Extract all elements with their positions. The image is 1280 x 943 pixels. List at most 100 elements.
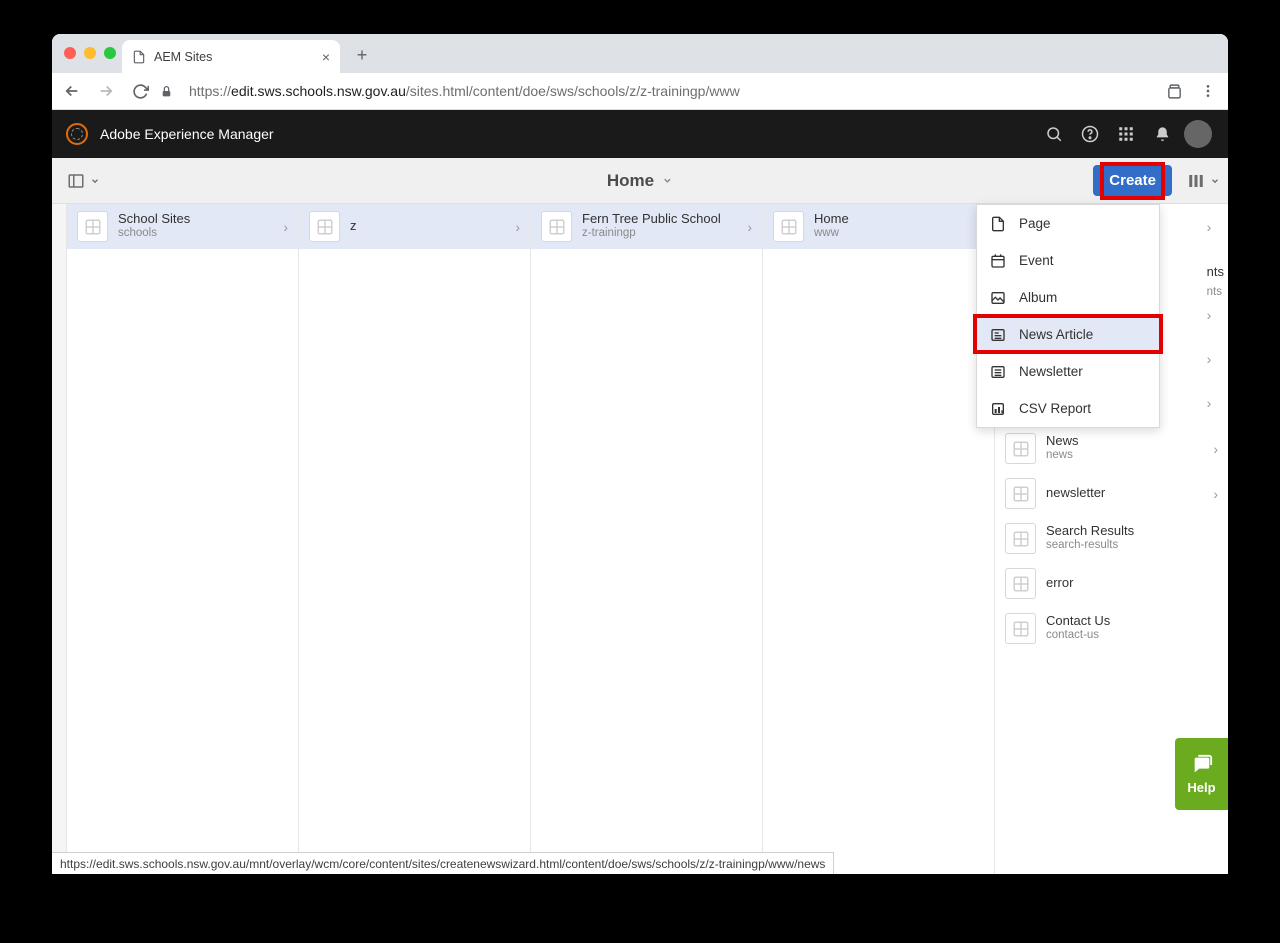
menu-label: Event — [1019, 253, 1054, 268]
column-item[interactable]: error — [995, 561, 1228, 606]
news-icon — [989, 326, 1007, 344]
reload-button[interactable] — [126, 77, 154, 105]
chevron-right-icon: › — [1213, 441, 1218, 457]
menu-label: Album — [1019, 290, 1057, 305]
image-icon — [989, 289, 1007, 307]
view-switcher[interactable] — [1186, 172, 1220, 190]
item-name: news — [1046, 449, 1079, 462]
page-thumb-icon — [77, 211, 108, 242]
item-title: Search Results — [1046, 524, 1134, 539]
browser-toolbar: https://edit.sws.schools.nsw.gov.au/site… — [52, 73, 1228, 110]
chevron-right-icon: › — [283, 219, 288, 235]
page-thumb-icon — [1005, 613, 1036, 644]
item-title: Fern Tree Public School — [582, 212, 721, 227]
page-thumb-icon — [309, 211, 340, 242]
calendar-icon — [989, 252, 1007, 270]
close-tab-icon[interactable]: × — [322, 49, 330, 65]
item-title: Home — [814, 212, 849, 227]
minimize-window-icon[interactable] — [84, 47, 96, 59]
column-item[interactable]: newsletter › — [995, 471, 1228, 516]
help-widget[interactable]: Help — [1175, 738, 1228, 810]
chevron-right-icon: › — [747, 219, 752, 235]
chevron-right-icon: › — [1207, 395, 1212, 411]
item-title: School Sites — [118, 212, 190, 227]
page-thumb-icon — [1005, 478, 1036, 509]
browser-window: AEM Sites × + https://edit.sws.schools.n… — [52, 34, 1228, 874]
column-item[interactable]: Search Resultssearch-results — [995, 516, 1228, 561]
column-item[interactable]: Contact Uscontact-us — [995, 606, 1228, 651]
url-prefix: https:// — [189, 83, 231, 99]
chevron-right-icon: › — [1213, 486, 1218, 502]
help-label: Help — [1187, 780, 1215, 795]
chevron-right-icon: › — [1207, 307, 1212, 323]
tab-title: AEM Sites — [154, 50, 212, 64]
item-name: contact-us — [1046, 629, 1110, 642]
browser-tab[interactable]: AEM Sites × — [122, 40, 340, 73]
page-thumb-icon — [541, 211, 572, 242]
url-host: edit.sws.schools.nsw.gov.au — [231, 83, 406, 99]
item-title: Contact Us — [1046, 614, 1110, 629]
column-item[interactable]: School Sitesschools › — [67, 204, 298, 249]
item-name: www — [814, 227, 849, 240]
extension-icon[interactable] — [1160, 77, 1188, 105]
page-thumb-icon — [1005, 523, 1036, 554]
item-name: search-results — [1046, 539, 1134, 552]
column-item[interactable]: z › — [299, 204, 530, 249]
user-avatar[interactable] — [1182, 118, 1214, 150]
create-button[interactable]: Create — [1093, 165, 1172, 196]
item-name-fragment: nts — [1207, 286, 1222, 298]
lock-icon — [160, 85, 173, 98]
breadcrumb[interactable]: Home — [607, 171, 673, 191]
create-csv-report[interactable]: CSV Report — [977, 390, 1159, 427]
page-thumb-icon — [773, 211, 804, 242]
chevron-right-icon: › — [1207, 219, 1212, 235]
browser-menu-icon[interactable] — [1194, 77, 1222, 105]
chevron-right-icon: › — [515, 219, 520, 235]
create-album[interactable]: Album — [977, 279, 1159, 316]
address-bar[interactable]: https://edit.sws.schools.nsw.gov.au/site… — [189, 83, 1154, 99]
aem-brand-name[interactable]: Adobe Experience Manager — [100, 126, 274, 142]
rail-toggle[interactable] — [60, 168, 106, 194]
menu-label: CSV Report — [1019, 401, 1091, 416]
forward-button[interactable] — [92, 77, 120, 105]
window-controls — [64, 47, 116, 59]
column-4: Homewww › — [763, 204, 995, 874]
item-title: z — [350, 219, 357, 234]
create-event[interactable]: Event — [977, 242, 1159, 279]
solutions-icon[interactable] — [1110, 118, 1142, 150]
notifications-icon[interactable] — [1146, 118, 1178, 150]
item-name: z-trainingp — [582, 227, 721, 240]
column-item[interactable]: Homewww › — [763, 204, 994, 249]
page-thumb-icon — [1005, 433, 1036, 464]
menu-label: Page — [1019, 216, 1051, 231]
page-thumb-icon — [1005, 568, 1036, 599]
browser-tab-strip: AEM Sites × + — [52, 34, 1228, 73]
new-tab-button[interactable]: + — [348, 41, 376, 69]
url-path: /sites.html/content/doe/sws/schools/z/z-… — [406, 83, 740, 99]
action-bar: Home Create — [52, 158, 1228, 204]
item-title: News — [1046, 434, 1079, 449]
column-item[interactable]: Fern Tree Public Schoolz-trainingp › — [531, 204, 762, 249]
maximize-window-icon[interactable] — [104, 47, 116, 59]
create-menu: Page Event Album News Article Newsletter — [976, 204, 1160, 428]
close-window-icon[interactable] — [64, 47, 76, 59]
column-view: School Sitesschools › z › Fern Tree Publ… — [52, 204, 1228, 874]
item-title-fragment: nts — [1207, 264, 1224, 279]
column-3: Fern Tree Public Schoolz-trainingp › — [531, 204, 763, 874]
create-newsletter[interactable]: Newsletter — [977, 353, 1159, 390]
create-news-article[interactable]: News Article — [977, 316, 1159, 353]
column-2: z › — [299, 204, 531, 874]
menu-label: News Article — [1019, 327, 1093, 342]
aem-logo-icon[interactable] — [66, 123, 88, 145]
back-button[interactable] — [58, 77, 86, 105]
menu-label: Newsletter — [1019, 364, 1083, 379]
search-icon[interactable] — [1038, 118, 1070, 150]
help-icon[interactable] — [1074, 118, 1106, 150]
chat-icon — [1189, 754, 1215, 776]
column-item[interactable]: Newsnews › — [995, 426, 1228, 471]
page-icon — [132, 50, 146, 64]
chevron-down-icon — [662, 175, 673, 186]
scroll-previous[interactable] — [52, 204, 67, 874]
list-icon — [989, 363, 1007, 381]
create-page[interactable]: Page — [977, 205, 1159, 242]
